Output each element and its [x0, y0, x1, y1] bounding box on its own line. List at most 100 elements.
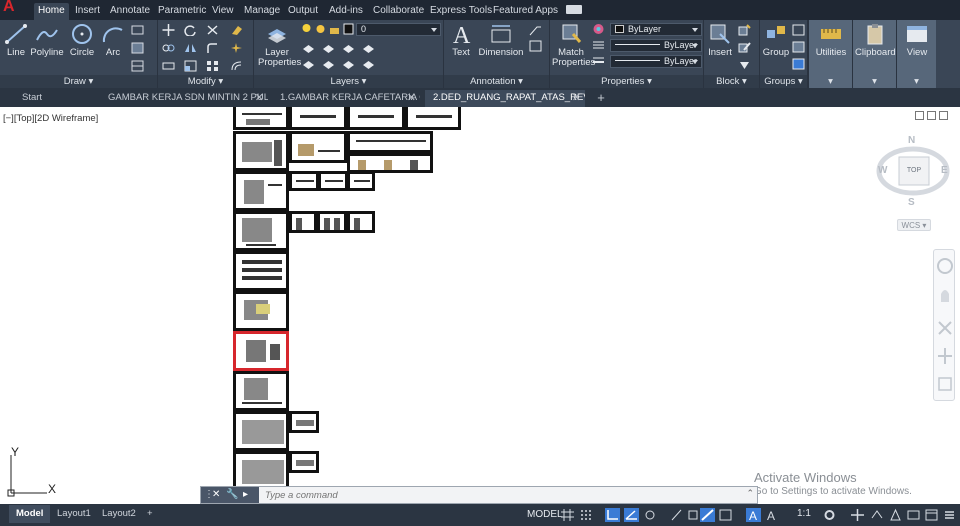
snap-icon[interactable]	[579, 508, 594, 522]
drawing-sheet[interactable]	[233, 171, 289, 211]
layer-dropdown[interactable]: 0	[356, 23, 441, 36]
move-icon[interactable]	[162, 24, 175, 36]
isolate-objects-icon[interactable]	[888, 508, 903, 522]
tab-express-tools[interactable]: Express Tools	[426, 3, 496, 20]
layers-panel-title[interactable]: Layers ▾	[254, 75, 443, 88]
stretch-icon[interactable]	[162, 60, 175, 72]
modify-panel-title[interactable]: Modify ▾	[158, 75, 253, 88]
drawing-sheet[interactable]	[318, 171, 348, 191]
layout-tab-model[interactable]: Model	[9, 505, 51, 523]
drawing-sheet[interactable]	[347, 211, 375, 233]
recent-commands-icon[interactable]: ▸	[243, 487, 248, 503]
drawing-sheet[interactable]	[289, 451, 319, 473]
insert-button[interactable]: Insert	[706, 22, 734, 58]
explode-icon[interactable]	[230, 42, 243, 54]
viewport-window-buttons[interactable]	[912, 111, 952, 123]
drawing-sheet[interactable]	[233, 251, 289, 291]
drawing-sheet[interactable]	[347, 153, 433, 173]
tab-collaborate[interactable]: Collaborate	[369, 3, 428, 20]
color-dropdown[interactable]: ByLayer	[610, 23, 702, 36]
layer-tool-8-icon[interactable]	[362, 57, 375, 69]
layer-tool-3-icon[interactable]	[342, 41, 355, 53]
clean-screen-icon[interactable]	[924, 508, 939, 522]
fillet-icon[interactable]	[206, 42, 219, 54]
edit-block-icon[interactable]	[738, 41, 751, 53]
tab-annotate[interactable]: Annotate	[106, 3, 154, 20]
object-snap-icon[interactable]	[686, 508, 701, 522]
viewcube-west[interactable]: W	[878, 165, 887, 176]
doc-tab-start[interactable]: Start	[14, 90, 106, 107]
tab-output[interactable]: Output	[284, 3, 322, 20]
annotation-panel-title[interactable]: Annotation ▾	[444, 75, 549, 88]
group-button[interactable]: Group	[762, 22, 790, 58]
grid-icon[interactable]	[560, 508, 575, 522]
drawing-sheet[interactable]	[233, 451, 289, 491]
ribbon-minimize-icon[interactable]	[566, 5, 582, 14]
offset-icon[interactable]	[230, 60, 243, 72]
create-block-icon[interactable]	[738, 24, 751, 36]
layer-tool-4-icon[interactable]	[362, 41, 375, 53]
hatch-icon[interactable]	[131, 42, 144, 54]
workspace-gear-icon[interactable]	[822, 508, 837, 522]
annotation-visibility-icon[interactable]: A	[746, 508, 761, 522]
layer-tool-1-icon[interactable]	[302, 41, 315, 53]
add-layout-button[interactable]: +	[140, 505, 160, 523]
close-icon[interactable]	[939, 111, 948, 120]
close-icon[interactable]: ✕	[212, 487, 220, 503]
viewcube[interactable]: TOP N S E W WCS ▾	[875, 135, 955, 235]
text-button[interactable]: A Text	[448, 22, 474, 58]
drawing-sheet[interactable]	[289, 107, 347, 130]
hardware-acceleration-icon[interactable]	[906, 508, 921, 522]
drawing-sheet[interactable]	[289, 171, 319, 191]
doc-tab-cafetaria[interactable]: 1.GAMBAR KERJA CAFETARIA CC*✕	[272, 90, 420, 107]
wcs-menu[interactable]: WCS ▾	[897, 219, 931, 231]
layout-tab-layout1[interactable]: Layout1	[50, 505, 98, 523]
command-history-icon[interactable]: ⌃	[746, 488, 754, 499]
isodraft-icon[interactable]	[643, 508, 658, 522]
circle-button[interactable]: Circle	[68, 22, 96, 58]
drawing-sheet-selected[interactable]	[233, 331, 289, 371]
leader-icon[interactable]	[529, 24, 542, 36]
line-button[interactable]: Line	[3, 22, 29, 58]
customization-menu-icon[interactable]	[942, 508, 957, 522]
object-snap-tracking-icon[interactable]	[669, 508, 684, 522]
draw-panel-title[interactable]: Draw ▾	[0, 75, 157, 88]
drawing-sheet[interactable]	[233, 291, 289, 331]
rotate-icon[interactable]	[184, 24, 197, 36]
drawing-sheet[interactable]	[289, 211, 317, 233]
match-properties-button[interactable]: Match Properties	[552, 22, 595, 68]
block-panel-title[interactable]: Block ▾	[704, 75, 759, 88]
utilities-button[interactable]: Utilities ▾	[808, 20, 852, 88]
transparency-icon[interactable]	[718, 508, 733, 522]
layer-tool-2-icon[interactable]	[322, 41, 335, 53]
groups-panel-title[interactable]: Groups ▾	[760, 75, 807, 88]
customize-wrench-icon[interactable]: 🔧	[226, 487, 238, 503]
linetype-dropdown[interactable]: ByLayer	[610, 39, 702, 52]
tab-parametric[interactable]: Parametric	[154, 3, 210, 20]
arc-button[interactable]: Arc	[101, 22, 125, 58]
drawing-sheet[interactable]	[289, 131, 347, 163]
drawing-sheet[interactable]	[405, 107, 461, 130]
drawing-sheet[interactable]	[347, 131, 433, 153]
units-icon[interactable]	[870, 508, 885, 522]
tab-manage[interactable]: Manage	[240, 3, 284, 20]
drawing-sheet[interactable]	[233, 411, 289, 451]
autocad-logo-icon[interactable]: A	[3, 0, 25, 15]
drawing-sheet[interactable]	[347, 107, 405, 130]
drawing-sheet[interactable]	[233, 107, 289, 130]
lineweight-dropdown[interactable]: ByLayer	[610, 55, 702, 68]
properties-panel-title[interactable]: Properties ▾	[550, 75, 703, 88]
tab-add-ins[interactable]: Add-ins	[325, 3, 367, 20]
erase-icon[interactable]	[230, 24, 243, 36]
layer-tool-6-icon[interactable]	[322, 57, 335, 69]
viewport-controls[interactable]: [−][Top][2D Wireframe]	[3, 113, 98, 124]
clipboard-button[interactable]: Clipboard ▾	[852, 20, 896, 88]
minimize-icon[interactable]	[915, 111, 924, 120]
drawing-sheet[interactable]	[347, 171, 375, 191]
tab-insert[interactable]: Insert	[71, 3, 104, 20]
mirror-icon[interactable]	[184, 42, 197, 54]
new-tab-button[interactable]: +	[594, 90, 608, 105]
polar-icon[interactable]	[624, 508, 639, 522]
layout-tab-layout2[interactable]: Layout2	[95, 505, 143, 523]
rectangle-icon[interactable]	[131, 24, 144, 36]
